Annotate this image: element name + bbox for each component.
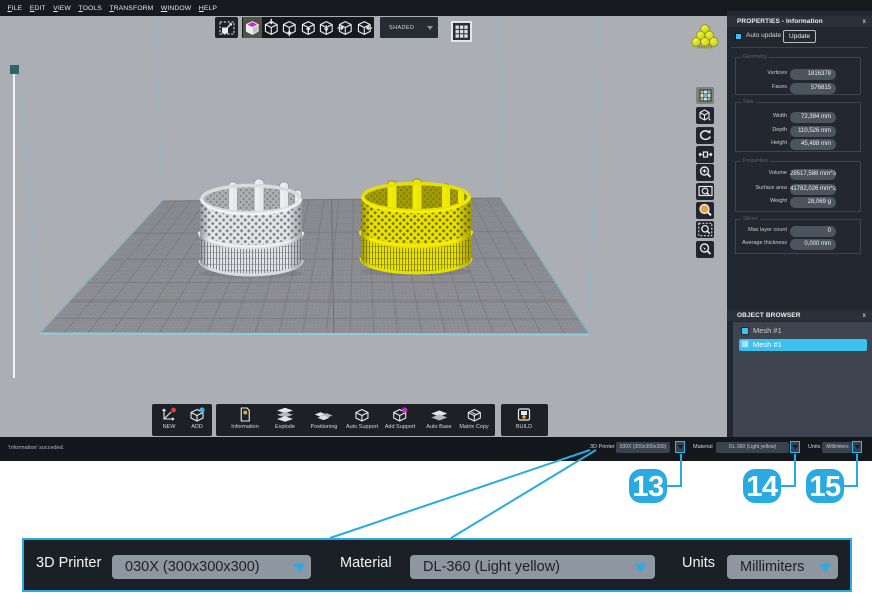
- svg-text:15: 15: [809, 471, 841, 503]
- svg-text:14: 14: [746, 471, 778, 503]
- svg-text:13: 13: [632, 471, 664, 503]
